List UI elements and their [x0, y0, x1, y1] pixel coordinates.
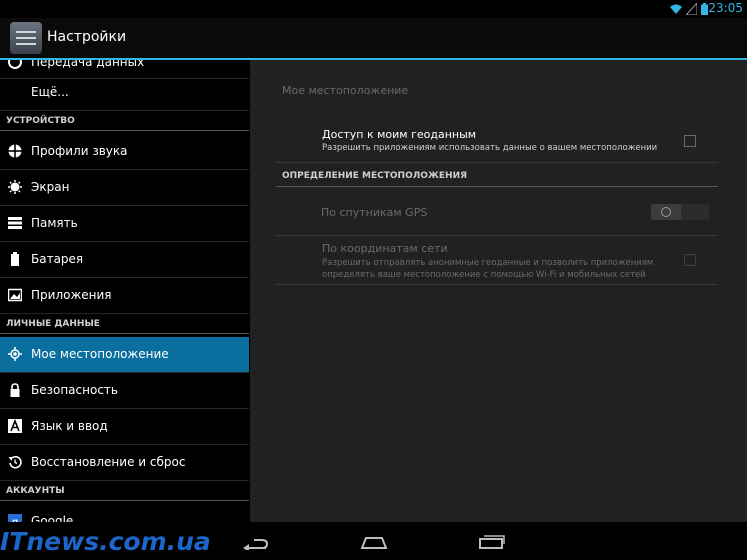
toggle-off-icon: [661, 207, 671, 217]
display-icon: [8, 180, 22, 194]
back-icon[interactable]: [242, 536, 270, 550]
home-icon[interactable]: [360, 535, 388, 549]
network-location-checkbox[interactable]: [684, 254, 696, 266]
network-location-row[interactable]: По координатам сети Разрешить отправлять…: [276, 236, 718, 284]
sidebar-item-storage[interactable]: Память: [0, 206, 249, 242]
clock: 23:05: [708, 1, 743, 15]
section-header-device: УСТРОЙСТВО: [0, 113, 249, 131]
access-location-checkbox[interactable]: [684, 135, 696, 147]
sidebar-item-label: Приложения: [31, 288, 112, 302]
page-title: Настройки: [47, 29, 127, 45]
sidebar-item-sound-profiles[interactable]: Профили звука: [0, 134, 249, 170]
sidebar-item-language[interactable]: Язык и ввод: [0, 409, 249, 445]
lock-icon: [10, 383, 20, 397]
apps-icon: [8, 288, 22, 302]
restore-icon: [8, 455, 22, 469]
settings-sidebar[interactable]: Передача данных Ещё... УСТРОЙСТВО Профил…: [0, 60, 250, 522]
sidebar-item-security[interactable]: Безопасность: [0, 373, 249, 409]
sidebar-item-label: Язык и ввод: [31, 419, 108, 433]
settings-app-icon[interactable]: [10, 22, 42, 54]
sidebar-item-apps[interactable]: Приложения: [0, 278, 249, 314]
signal-icon: [686, 3, 697, 15]
sound-profile-icon: [8, 144, 22, 158]
access-location-row[interactable]: Доступ к моим геоданным Разрешить прилож…: [276, 118, 718, 162]
gps-title: По спутникам GPS: [321, 206, 428, 219]
sidebar-item-label: Батарея: [31, 252, 84, 266]
sidebar-item-label: Google: [31, 514, 74, 522]
sidebar-item-label: Профили звука: [31, 144, 128, 158]
gps-row[interactable]: По спутникам GPS: [276, 187, 718, 235]
sidebar-item-restore[interactable]: Восстановление и сброс: [0, 445, 249, 481]
section-label: УСТРОЙСТВО: [6, 116, 75, 126]
sidebar-item-display[interactable]: Экран: [0, 170, 249, 206]
section-divider: [0, 333, 249, 334]
access-location-summary: Разрешить приложениям использовать данны…: [322, 143, 658, 153]
sidebar-item-label: Память: [31, 216, 78, 230]
location-icon: [8, 347, 22, 361]
section-divider: [0, 130, 249, 131]
sidebar-item-more[interactable]: Ещё...: [0, 75, 249, 111]
recents-icon[interactable]: [478, 533, 506, 549]
gps-toggle[interactable]: [651, 204, 709, 220]
sidebar-item-google[interactable]: g Google: [0, 504, 249, 522]
google-icon: g: [8, 514, 22, 522]
row-divider: [276, 284, 718, 285]
status-bar: 23:05: [0, 0, 747, 18]
data-usage-icon: [8, 60, 22, 69]
battery-icon: [11, 252, 19, 266]
section-label: ЛИЧНЫЕ ДАННЫЕ: [6, 319, 100, 329]
sidebar-item-battery[interactable]: Батарея: [0, 242, 249, 278]
section-label: АККАУНТЫ: [6, 486, 65, 496]
row-divider: [276, 162, 718, 163]
keyboard-icon: [8, 419, 22, 433]
category-label: ОПРЕДЕЛЕНИЕ МЕСТОПОЛОЖЕНИЯ: [282, 171, 468, 181]
storage-icon: [8, 217, 22, 229]
section-header-accounts: АККАУНТЫ: [0, 483, 249, 501]
sidebar-item-label: Мое местоположение: [31, 347, 169, 361]
action-bar: Настройки: [0, 18, 747, 58]
sidebar-item-label: Передача данных: [31, 60, 145, 69]
sidebar-item-label: Экран: [31, 180, 70, 194]
sidebar-item-label: Ещё...: [31, 85, 69, 99]
section-divider: [0, 500, 249, 501]
network-location-summary-line2: определять ваше местоположение с помощью…: [322, 270, 646, 280]
wifi-icon: [670, 4, 682, 14]
sidebar-item-label: Безопасность: [31, 383, 118, 397]
sidebar-item-label: Восстановление и сброс: [31, 455, 186, 469]
access-location-title: Доступ к моим геоданным: [322, 128, 477, 141]
section-header-personal: ЛИЧНЫЕ ДАННЫЕ: [0, 316, 249, 334]
network-location-title: По координатам сети: [322, 242, 448, 255]
toggle-knob: [651, 204, 681, 220]
panel-title: Мое местоположение: [282, 84, 409, 97]
sidebar-item-location[interactable]: Мое местоположение: [0, 337, 249, 373]
battery-icon: [701, 3, 708, 15]
location-settings-panel: Мое местоположение Доступ к моим геоданн…: [250, 60, 747, 522]
watermark-logo: ITnews.com.ua: [0, 527, 211, 556]
